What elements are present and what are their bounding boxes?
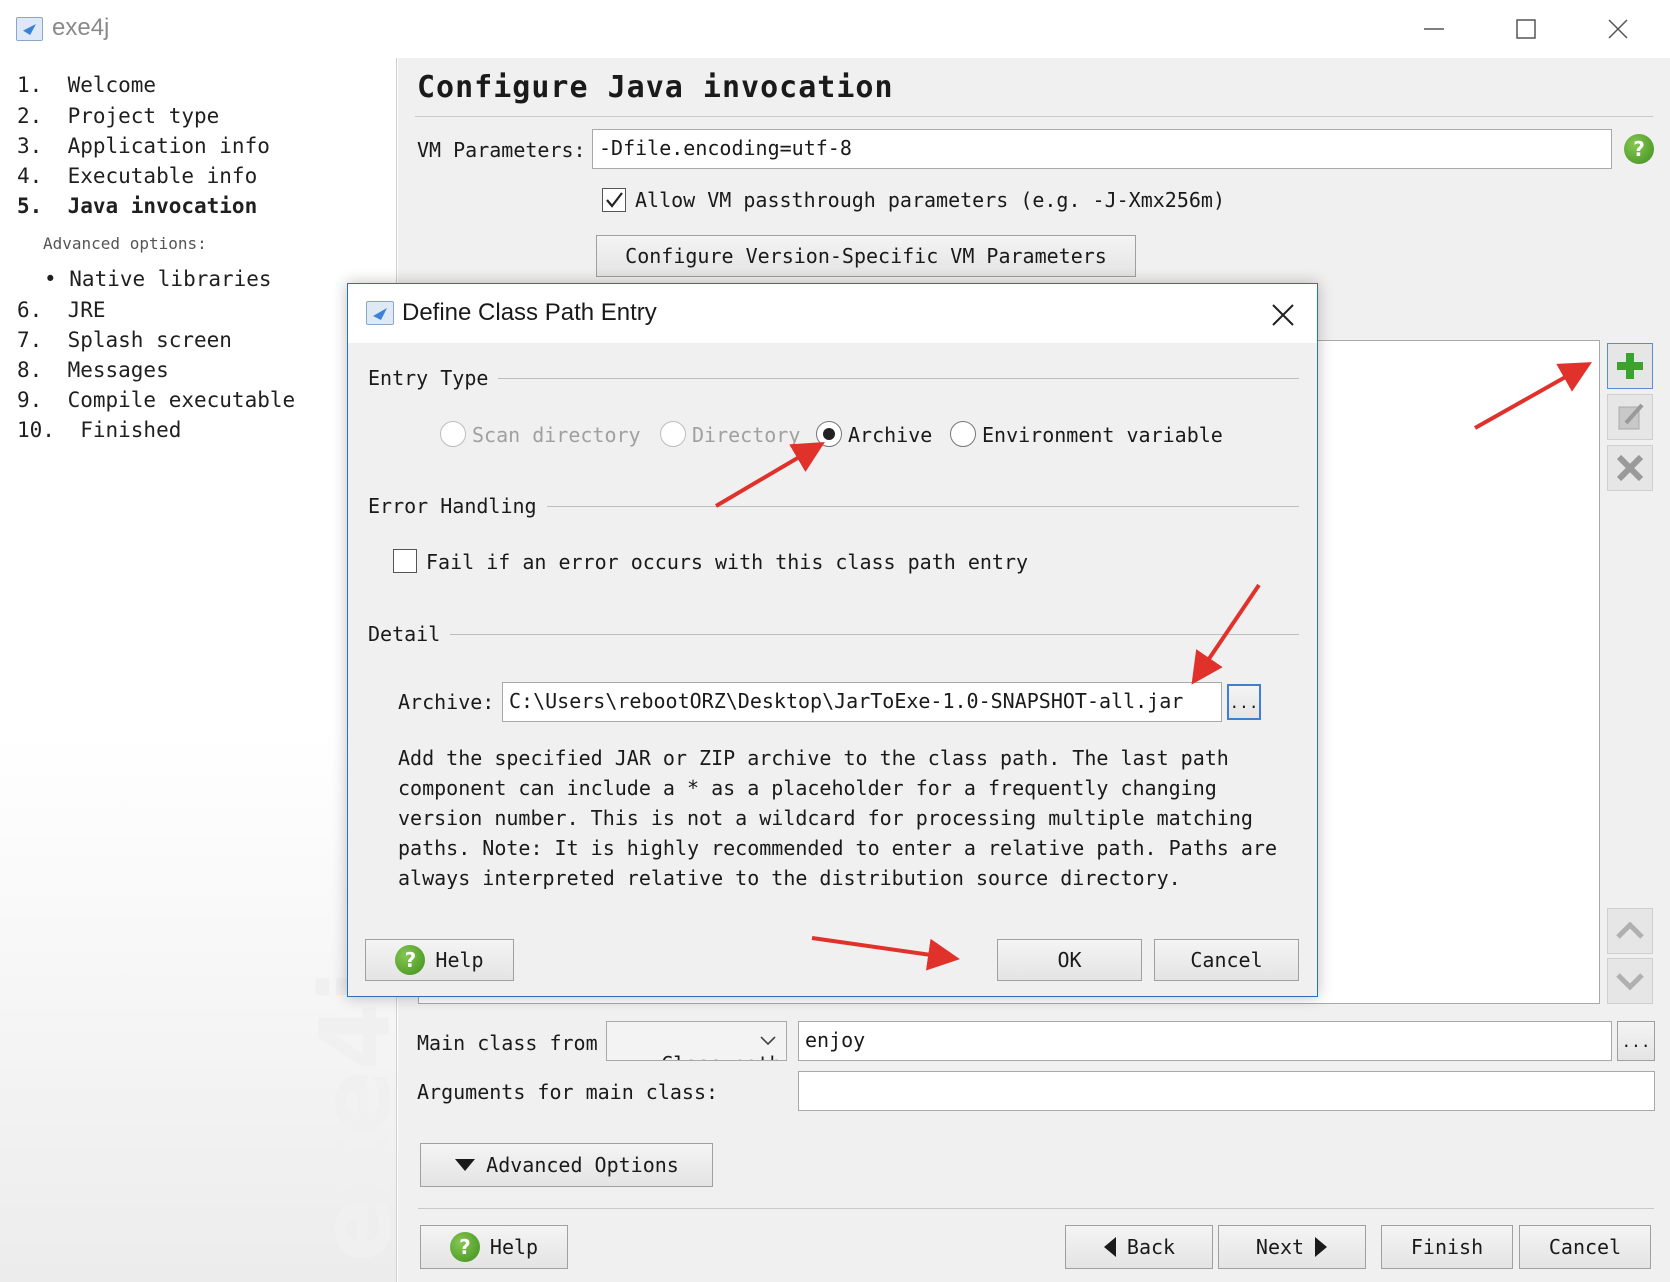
back-button-label: Back [1126,1235,1176,1259]
move-down-button[interactable] [1607,958,1653,1004]
help-icon: ? [449,1232,480,1262]
edit-icon [1618,403,1644,430]
radio-environment-variable-label: Environment variable [982,423,1223,447]
delete-icon [1616,454,1644,482]
app-icon [16,17,43,41]
chevron-up-icon [1616,921,1644,939]
radio-environment-variable[interactable] [950,421,976,447]
cancel-button[interactable]: Cancel [1519,1225,1651,1269]
triangle-left-icon [1103,1237,1116,1257]
finish-button[interactable]: Finish [1381,1225,1513,1269]
next-button[interactable]: Next [1218,1225,1366,1269]
dialog-close-button[interactable] [1268,300,1298,330]
title-bar: exe4j [0,0,1670,58]
nav-step-jre[interactable]: 6. JRE [17,298,106,322]
main-class-browse-button[interactable]: ... [1617,1021,1655,1061]
help-button-label: Help [489,1235,539,1259]
archive-path-input[interactable]: C:\Users\rebootORZ\Desktop\JarToExe-1.0-… [502,682,1222,722]
arguments-label: Arguments for main class: [417,1080,719,1104]
radio-scan-directory[interactable] [440,421,466,447]
move-up-button[interactable] [1607,908,1653,954]
detail-heading: Detail [368,622,451,646]
dialog-title: Define Class Path Entry [402,299,657,326]
define-class-path-entry-dialog: Define Class Path Entry Entry Type Scan … [347,283,1318,997]
maximize-icon [1516,19,1536,39]
exe4j-watermark: exe4j [300,970,412,1262]
help-button[interactable]: ? Help [420,1225,568,1269]
advanced-options-label: Advanced Options [486,1153,679,1177]
page-title: Configure Java invocation [417,70,894,105]
add-entry-button[interactable] [1607,343,1653,389]
radio-directory-label: Directory [692,423,801,447]
radio-archive[interactable] [816,421,842,447]
vm-parameters-input[interactable]: -Dfile.encoding=utf-8 [592,129,1612,169]
detail-divider [368,634,1299,635]
dialog-help-button[interactable]: ? Help [365,939,514,981]
triangle-down-icon [455,1159,476,1171]
main-class-source-value: Class path [661,1052,781,1060]
nav-step-welcome[interactable]: 1. Welcome [17,73,156,97]
main-class-source-select[interactable]: Class path [606,1021,787,1061]
triangle-right-icon [1315,1237,1328,1257]
nav-step-executable-info[interactable]: 4. Executable info [17,164,257,188]
dialog-help-label: Help [435,948,484,972]
help-icon[interactable]: ? [1624,134,1654,164]
archive-browse-button[interactable]: ... [1227,684,1261,720]
vm-parameters-label: VM Parameters: [417,138,586,162]
main-class-from-label: Main class from [417,1031,598,1055]
edit-entry-button[interactable] [1607,394,1653,440]
configure-version-specific-button[interactable]: Configure Version-Specific VM Parameters [596,235,1136,277]
minimize-button[interactable] [1388,8,1480,50]
fail-on-error-label: Fail if an error occurs with this class … [426,550,1029,574]
arguments-input[interactable] [798,1071,1655,1111]
nav-advanced-options-label: Advanced options: [43,234,207,253]
nav-step-messages[interactable]: 8. Messages [17,358,169,382]
nav-native-libraries[interactable]: • Native libraries [44,267,272,291]
window-title: exe4j [52,14,110,41]
nav-step-application-info[interactable]: 3. Application info [17,134,270,158]
dialog-title-bar: Define Class Path Entry [348,284,1317,343]
main-class-input[interactable]: enjoy [798,1021,1612,1061]
back-button[interactable]: Back [1065,1225,1213,1269]
entry-type-divider [368,378,1299,379]
error-handling-heading: Error Handling [368,494,547,518]
close-button[interactable] [1572,8,1664,50]
nav-step-splash-screen[interactable]: 7. Splash screen [17,328,232,352]
entry-type-heading: Entry Type [368,366,499,390]
archive-description: Add the specified JAR or ZIP archive to … [398,746,1277,889]
advanced-options-button[interactable]: Advanced Options [420,1143,713,1187]
radio-scan-directory-label: Scan directory [472,423,641,447]
dialog-cancel-button[interactable]: Cancel [1154,939,1299,981]
maximize-button[interactable] [1480,8,1572,50]
remove-entry-button[interactable] [1607,445,1653,491]
nav-step-java-invocation[interactable]: 5. Java invocation [17,194,257,218]
dialog-ok-button[interactable]: OK [997,939,1142,981]
close-icon [1272,304,1294,326]
add-icon [1617,353,1643,379]
archive-label: Archive: [398,690,495,714]
radio-archive-label: Archive [848,423,933,447]
footer-divider [418,1208,1654,1209]
nav-step-finished[interactable]: 10. Finished [17,418,181,442]
chevron-down-icon [760,1036,776,1046]
fail-on-error-checkbox[interactable] [393,549,417,573]
nav-step-compile-executable[interactable]: 9. Compile executable [17,388,295,412]
chevron-down-icon [1616,973,1644,991]
radio-directory[interactable] [660,421,686,447]
close-icon [1608,19,1628,39]
heading-divider [415,116,1653,117]
allow-passthrough-checkbox[interactable] [602,188,626,212]
checkmark-icon [606,192,623,208]
minimize-icon [1424,28,1444,30]
next-button-label: Next [1255,1235,1305,1259]
allow-passthrough-label: Allow VM passthrough parameters (e.g. -J… [635,188,1226,212]
dialog-app-icon [366,301,394,325]
help-icon: ? [395,945,426,975]
nav-step-project-type[interactable]: 2. Project type [17,104,219,128]
